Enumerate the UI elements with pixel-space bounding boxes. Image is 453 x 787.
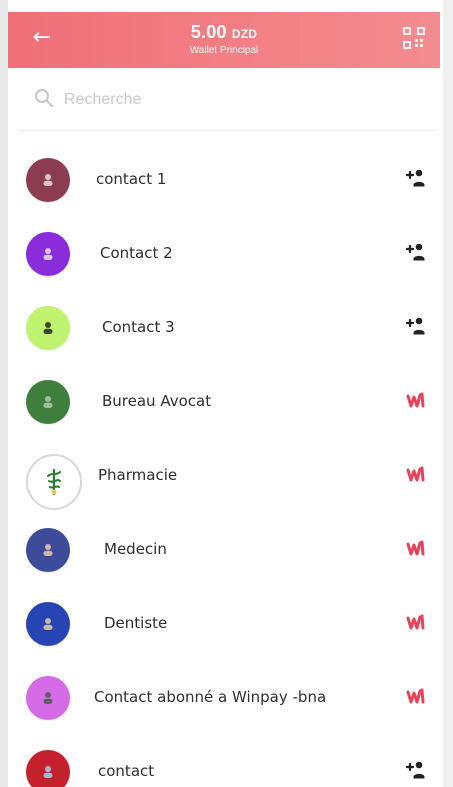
avatar xyxy=(26,158,70,202)
winpay-icon xyxy=(406,392,425,408)
search-input[interactable] xyxy=(62,82,406,118)
winpay-icon xyxy=(406,688,425,704)
contacts-list: contact 1 Contact 2 Contact 3 Bureau Avo… xyxy=(8,140,440,787)
avatar xyxy=(26,232,70,276)
avatar xyxy=(26,602,70,646)
user-icon xyxy=(43,766,53,778)
list-item[interactable]: Dentiste xyxy=(8,588,440,660)
list-item[interactable]: Contact 2 xyxy=(8,218,440,290)
list-item[interactable]: Contact 3 xyxy=(8,292,440,364)
avatar xyxy=(26,454,82,510)
contact-name: Medecin xyxy=(104,540,167,558)
list-item[interactable]: contact 1 xyxy=(8,144,440,216)
search-icon xyxy=(35,89,53,107)
winpay-icon xyxy=(406,466,425,482)
winpay-button[interactable] xyxy=(402,608,430,636)
winpay-button[interactable] xyxy=(402,682,430,710)
list-item[interactable]: Pharmacie xyxy=(8,440,440,512)
user-icon xyxy=(43,322,53,334)
add-contact-icon xyxy=(405,169,425,187)
winpay-button[interactable] xyxy=(402,386,430,414)
winpay-icon xyxy=(406,540,425,556)
wallet-balance: 5.00 DZD xyxy=(8,22,440,43)
qr-button[interactable] xyxy=(400,24,428,52)
contact-name: Contact abonné a Winpay -bna xyxy=(94,688,327,706)
user-icon xyxy=(43,544,53,556)
wallet-label: Wallet Principal xyxy=(189,45,259,56)
user-icon xyxy=(43,692,53,704)
search-bar xyxy=(18,70,436,131)
contact-name: Contact 3 xyxy=(102,318,175,336)
user-icon xyxy=(43,248,53,260)
add-contact-button[interactable] xyxy=(402,238,430,266)
add-contact-icon xyxy=(405,243,425,261)
contact-name: Bureau Avocat xyxy=(102,392,212,410)
balance-value: 5.00 xyxy=(190,22,227,42)
add-contact-button[interactable] xyxy=(402,312,430,340)
balance-currency: DZD xyxy=(231,27,258,41)
winpay-button[interactable] xyxy=(402,460,430,488)
app-screen: ← 5.00 DZD Wallet Principal Recherche co… xyxy=(0,0,453,787)
winpay-button[interactable] xyxy=(402,534,430,562)
contact-name: Pharmacie xyxy=(98,466,178,484)
contact-name: Contact 2 xyxy=(100,244,173,262)
winpay-icon xyxy=(406,614,425,630)
add-contact-icon xyxy=(405,317,425,335)
user-icon xyxy=(43,396,53,408)
avatar xyxy=(26,750,70,787)
contact-name: Dentiste xyxy=(104,614,168,632)
avatar xyxy=(26,380,70,424)
header: ← 5.00 DZD Wallet Principal xyxy=(8,12,440,68)
contact-name: contact 1 xyxy=(96,170,167,188)
list-item[interactable]: contact xyxy=(8,736,440,787)
user-icon xyxy=(43,174,53,186)
add-contact-button[interactable] xyxy=(402,756,430,784)
avatar xyxy=(26,306,70,350)
add-contact-button[interactable] xyxy=(402,164,430,192)
add-contact-icon xyxy=(405,761,425,779)
avatar xyxy=(26,528,70,572)
contact-name: contact xyxy=(98,762,155,780)
user-icon xyxy=(43,618,53,630)
right-edge xyxy=(443,0,453,787)
left-edge xyxy=(0,0,8,787)
avatar xyxy=(26,676,70,720)
pharmacy-logo-icon xyxy=(47,468,61,496)
qr-code-icon xyxy=(403,27,425,49)
list-item[interactable]: Bureau Avocat xyxy=(8,366,440,438)
list-item[interactable]: Medecin xyxy=(8,514,440,586)
list-item[interactable]: Contact abonné a Winpay -bna xyxy=(8,662,440,734)
